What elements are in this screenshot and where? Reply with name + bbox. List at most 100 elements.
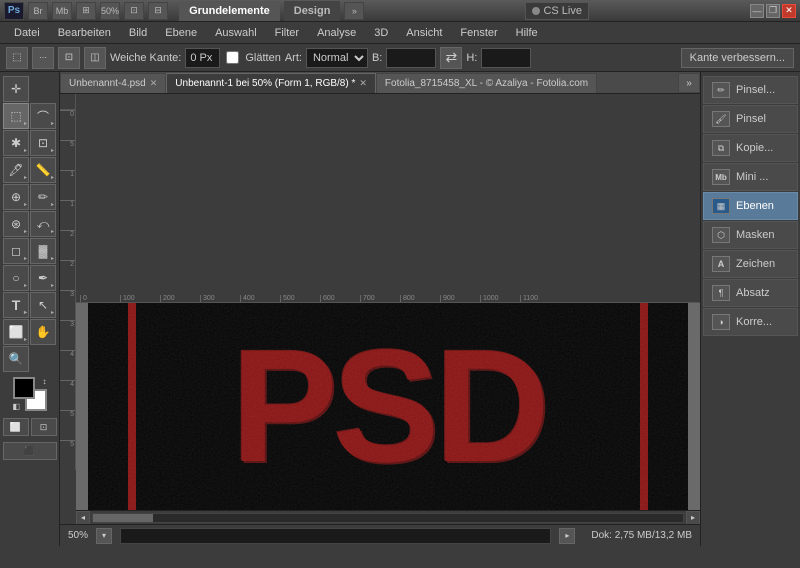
status-info-btn[interactable]: ▸ [559,528,575,544]
normal-mode-icon[interactable]: ⬜ [3,418,29,436]
scroll-right-btn[interactable]: ▸ [686,511,700,525]
foreground-color-swatch[interactable] [13,377,35,399]
panel-masken[interactable]: ⬡ Masken [703,221,798,249]
eraser-tool[interactable]: ◻▸ [3,238,29,264]
panel-pinsel[interactable]: 🖌 Pinsel [703,105,798,133]
smooth-checkbox[interactable] [226,51,239,64]
ps-logo-icon: Ps [4,2,24,20]
menu-auswahl[interactable]: Auswahl [207,25,265,41]
panel-korre[interactable]: ◑ Korre... [703,308,798,336]
hand-tool[interactable]: ✋ [30,319,56,345]
tab-label: Unbenannt-4.psd [69,78,146,89]
restore-btn[interactable]: ❐ [766,4,780,18]
width-input[interactable] [386,48,436,68]
zoom-context-btn[interactable]: ▾ [96,528,112,544]
swap-colors-icon[interactable]: ↕ [43,377,47,386]
quick-mask-icon[interactable]: ⊡ [31,418,57,436]
tab-unbenannt4[interactable]: Unbenannt-4.psd ✕ [60,73,166,93]
menu-ansicht[interactable]: Ansicht [398,25,450,41]
refine-edge-btn[interactable]: Kante verbessern... [681,48,794,68]
clone-tool[interactable]: ⊛▸ [3,211,29,237]
ruler-tool[interactable]: 📏▸ [30,157,56,183]
gradient-tool[interactable]: ▓▸ [30,238,56,264]
tab-unbenannt1[interactable]: Unbenannt-1 bei 50% (Form 1, RGB/8) * ✕ [166,73,376,93]
feather-input[interactable] [185,48,220,68]
lasso-tool[interactable]: ⌒▸ [30,103,56,129]
height-input[interactable] [481,48,531,68]
pen-tool[interactable]: ✒▸ [30,265,56,291]
workspace-design-btn[interactable]: Design [284,1,341,21]
v-tick: 3 [60,290,75,320]
crop-tool[interactable]: ⊡▸ [30,130,56,156]
canvas[interactable]: PSD [88,303,688,511]
tab-fotolia[interactable]: Fotolia_8715458_XL - © Azaliya - Fotolia… [376,73,597,93]
more-workspaces-icon[interactable]: » [344,2,364,20]
close-btn[interactable]: ✕ [782,4,796,18]
path-select-tool[interactable]: ↖▸ [30,292,56,318]
panel-zeichen[interactable]: A Zeichen [703,250,798,278]
menu-filter[interactable]: Filter [267,25,307,41]
screen-mode-icon[interactable]: ⊡ [124,2,144,20]
cs-live-btn[interactable]: CS Live [525,2,589,20]
menu-fenster[interactable]: Fenster [452,25,505,41]
menu-bearbeiten[interactable]: Bearbeiten [50,25,119,41]
menu-datei[interactable]: Datei [6,25,48,41]
vertical-ruler: 0 5 1 1 2 2 3 3 4 4 5 5 [60,110,76,470]
heal-tool[interactable]: ⊕▸ [3,184,29,210]
panel-label: Pinsel [736,113,766,125]
eyedropper-tool[interactable]: 🖋▸ [3,157,29,183]
v-tick: 5 [60,440,75,470]
tab-close-icon[interactable]: ✕ [359,78,367,89]
quick-select-tool[interactable]: ✱▸ [3,130,29,156]
panel-kopie[interactable]: ⧉ Kopie... [703,134,798,162]
arrange-windows-icon[interactable]: ⊟ [148,2,168,20]
panel-ebenen[interactable]: ▦ Ebenen [703,192,798,220]
bridge-icon[interactable]: Br [28,2,48,20]
h-scroll-track[interactable] [92,513,684,523]
canvas-container[interactable]: PSD [76,303,700,511]
zeichen-icon: A [712,256,730,272]
zoom-dropdown[interactable]: 50% [100,2,120,20]
text-tool[interactable]: T▸ [3,292,29,318]
v-ruler-ticks: 0 5 1 1 2 2 3 3 4 4 5 5 [60,110,75,470]
panel-label: Zeichen [736,258,775,270]
cs-live-dot [532,7,540,15]
zoom-tool[interactable]: 🔍 [3,346,29,372]
panel-label: Absatz [736,287,770,299]
swap-icon[interactable]: ⇄ [440,47,462,69]
menu-hilfe[interactable]: Hilfe [508,25,546,41]
mini-bridge-icon[interactable]: Mb [52,2,72,20]
h-scrollbar: ◂ ▸ [76,510,700,524]
workspace-grundelemente-btn[interactable]: Grundelemente [179,1,280,21]
masken-icon: ⬡ [712,227,730,243]
panel-mini[interactable]: Mb Mini ... [703,163,798,191]
panel-absatz[interactable]: ¶ Absatz [703,279,798,307]
panel-pinsel-erweitert[interactable]: ✏ Pinsel... [703,76,798,104]
move-tool[interactable]: ✛ [3,76,29,102]
brush-tool[interactable]: ✏▸ [30,184,56,210]
dodge-tool[interactable]: ○▸ [3,265,29,291]
menu-analyse[interactable]: Analyse [309,25,364,41]
scroll-left-btn[interactable]: ◂ [76,511,90,525]
history-tool[interactable]: ⤺▸ [30,211,56,237]
status-bar: 50% ▾ ▸ Dok: 2,75 MB/13,2 MB [60,524,700,546]
shape-tool[interactable]: ⬜▸ [3,319,29,345]
default-colors-icon[interactable]: ◧ [13,402,21,411]
screen-mode-btn[interactable]: ⬛ [3,442,57,460]
progress-area [120,528,551,544]
tool-options-icon: ⬚ [6,47,28,69]
doc-info: Dok: 2,75 MB/13,2 MB [591,530,692,541]
h-scroll-thumb[interactable] [93,514,153,522]
arrange-icon[interactable]: ⊞ [76,2,96,20]
menu-bild[interactable]: Bild [121,25,155,41]
menu-3d[interactable]: 3D [366,25,396,41]
minimize-btn[interactable]: — [750,4,764,18]
select-rect-tool[interactable]: ⬚▸ [3,103,29,129]
menu-ebene[interactable]: Ebene [157,25,205,41]
art-dropdown[interactable]: Normal Fest Breiter Größer [306,48,368,68]
tab-more-btn[interactable]: » [678,73,700,93]
v-tick: 3 [60,320,75,350]
title-bar: Ps Br Mb ⊞ 50% ⊡ ⊟ Grundelemente Design … [0,0,800,22]
tab-close-icon[interactable]: ✕ [150,78,158,89]
color-swatches: ↕ ◧ [13,377,47,411]
